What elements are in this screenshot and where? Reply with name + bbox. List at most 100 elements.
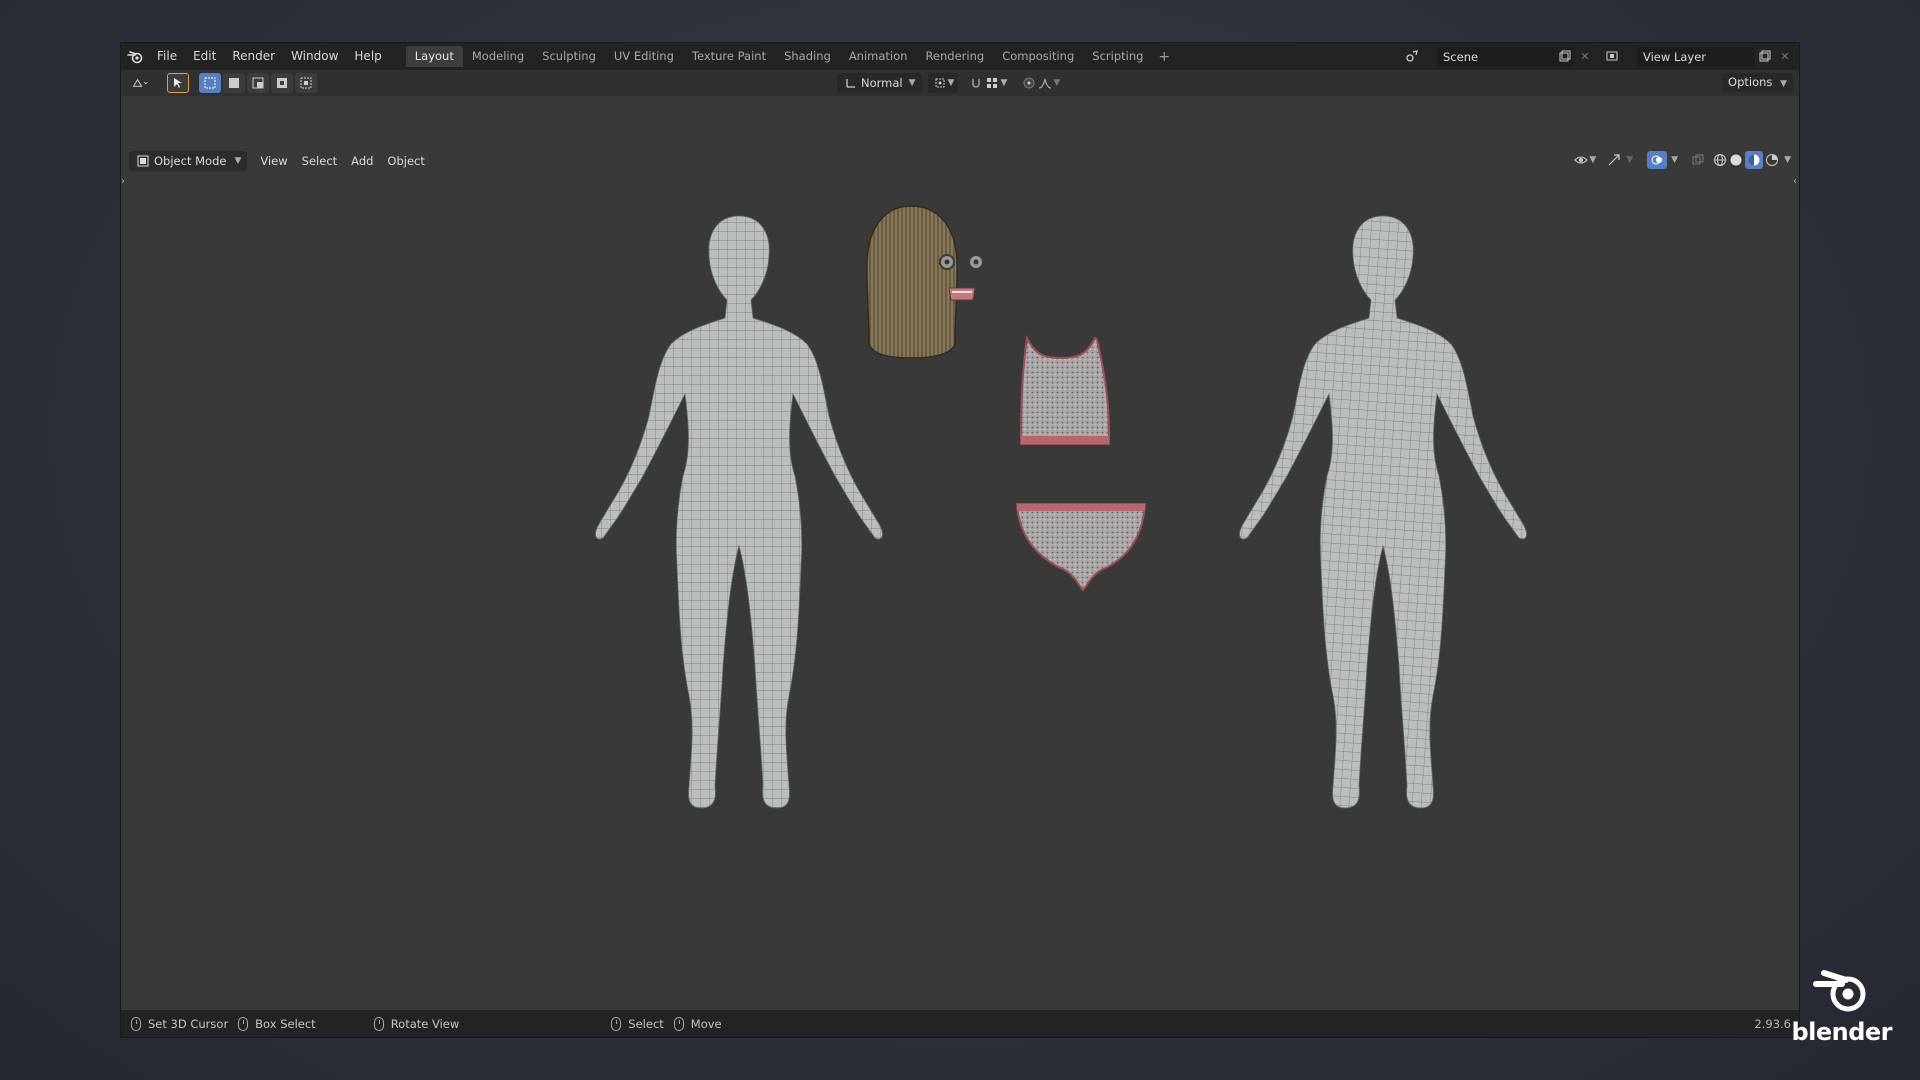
viewport-menu-select[interactable]: Select — [295, 151, 344, 171]
status-rotate-view: Rotate View — [373, 1016, 460, 1031]
scene-selector[interactable]: Scene — [1437, 47, 1575, 66]
chevron-down-icon[interactable]: ▼ — [1784, 155, 1791, 165]
tab-rendering[interactable]: Rendering — [916, 46, 993, 67]
view-layer-name[interactable]: View Layer — [1637, 50, 1706, 64]
tool-settings-bar: Normal ▼ ▼ ▼ ▼ Options ▼ — [121, 70, 1799, 96]
eyes-mesh — [939, 254, 984, 270]
bottom-garment-mesh — [1015, 503, 1147, 592]
menu-window[interactable]: Window — [283, 43, 346, 70]
mouse-left-drag-icon — [673, 1016, 684, 1031]
menu-render[interactable]: Render — [224, 43, 283, 70]
top-garment-mesh — [1020, 334, 1110, 445]
visibility-eye-icon[interactable] — [1573, 152, 1589, 168]
tab-modeling[interactable]: Modeling — [463, 46, 533, 67]
toolbar-expand-icon[interactable]: › — [121, 176, 125, 187]
overlays-icon[interactable] — [1647, 151, 1668, 169]
chevron-down-icon: ▼ — [908, 78, 916, 88]
status-move: Move — [673, 1016, 722, 1031]
gizmo-icon[interactable] — [1606, 152, 1622, 168]
delete-view-layer-icon[interactable]: ✕ — [1777, 48, 1793, 64]
new-view-layer-icon[interactable] — [1757, 48, 1773, 64]
snap-increment-icon — [984, 75, 1000, 91]
chevron-down-icon: ▼ — [1053, 78, 1061, 88]
blender-menu-icon[interactable] — [121, 43, 149, 70]
object-mode-icon — [135, 153, 151, 169]
mouse-middle-icon — [373, 1016, 384, 1031]
chevron-down-icon[interactable]: ▼ — [1589, 155, 1596, 165]
view-layer-browse-icon[interactable] — [1605, 48, 1621, 64]
xray-toggle-icon[interactable] — [1690, 152, 1706, 168]
3d-viewport[interactable]: Object Mode ▼ View Select Add Object ▼ ▼… — [121, 96, 1799, 1012]
status-label: Box Select — [255, 1016, 316, 1031]
hair-mesh — [866, 205, 958, 359]
add-workspace-icon[interactable]: + — [1152, 49, 1176, 65]
rendered-shading-icon[interactable] — [1764, 152, 1780, 168]
proportional-edit-icon — [1021, 75, 1037, 91]
viewport-menu-view[interactable]: View — [253, 151, 294, 171]
snap-magnet-icon — [968, 75, 984, 91]
workspace-tabs: Layout Modeling Sculpting UV Editing Tex… — [405, 43, 1176, 70]
tab-texture-paint[interactable]: Texture Paint — [683, 46, 775, 67]
delete-scene-icon[interactable]: ✕ — [1577, 48, 1593, 64]
mode-label: Object Mode — [154, 154, 227, 168]
menu-edit[interactable]: Edit — [185, 43, 224, 70]
tab-scripting[interactable]: Scripting — [1083, 46, 1152, 67]
tab-compositing[interactable]: Compositing — [993, 46, 1083, 67]
chevron-down-icon: ▼ — [947, 78, 955, 88]
orientation-icon — [843, 75, 859, 91]
chevron-down-icon[interactable]: ▼ — [1626, 155, 1633, 165]
select-tool-icon[interactable] — [167, 73, 189, 93]
chevron-down-icon: ▼ — [234, 156, 242, 166]
viewport-menu-add[interactable]: Add — [344, 151, 380, 171]
tab-layout[interactable]: Layout — [405, 46, 463, 67]
solid-shading-icon[interactable] — [1728, 152, 1744, 168]
pivot-icon — [932, 75, 948, 91]
sidebar-expand-icon[interactable]: ‹ — [1793, 176, 1797, 187]
select-mode-invert-icon[interactable] — [271, 73, 293, 93]
chevron-down-icon: ▼ — [1780, 79, 1787, 89]
chevron-down-icon: ▼ — [1000, 78, 1008, 88]
tab-animation[interactable]: Animation — [840, 46, 917, 67]
orientation-label: Normal — [861, 76, 903, 90]
blender-logo-icon — [1812, 970, 1866, 1012]
status-label: Move — [690, 1016, 722, 1031]
character-body-left — [595, 215, 883, 809]
status-label: Set 3D Cursor — [148, 1016, 229, 1031]
mode-dropdown[interactable]: Object Mode ▼ — [129, 151, 248, 171]
tab-sculpting[interactable]: Sculpting — [533, 46, 605, 67]
wireframe-shading-icon[interactable] — [1712, 152, 1728, 168]
viewport-scene — [595, 205, 1527, 809]
view-layer-selector[interactable]: View Layer — [1637, 47, 1755, 66]
status-label: Select — [628, 1016, 664, 1031]
pivot-point-dropdown[interactable]: ▼ — [927, 73, 959, 93]
select-mode-extend-icon[interactable] — [223, 73, 245, 93]
proportional-edit-dropdown[interactable]: ▼ — [1017, 73, 1065, 93]
version-label: 2.93.6 — [1754, 1016, 1791, 1031]
menu-file[interactable]: File — [149, 43, 185, 70]
viewport-display-controls: ▼ ▼ ▼ ▼ — [1573, 151, 1791, 169]
scene-name[interactable]: Scene — [1437, 50, 1478, 64]
chevron-down-icon[interactable]: ▼ — [1671, 155, 1678, 165]
transform-orientation-dropdown[interactable]: Normal ▼ — [837, 73, 922, 93]
tab-shading[interactable]: Shading — [775, 46, 840, 67]
tab-uv-editing[interactable]: UV Editing — [605, 46, 683, 67]
menu-help[interactable]: Help — [346, 43, 389, 70]
new-scene-icon[interactable] — [1557, 48, 1573, 64]
blender-brand-logo: blender — [1791, 967, 1892, 1046]
status-select: Select — [611, 1016, 664, 1031]
mouth-teeth-mesh — [948, 287, 976, 301]
status-bar: Set 3D Cursor Box Select Rotate View Sel… — [121, 1010, 1799, 1037]
options-dropdown[interactable]: Options ▼ — [1722, 73, 1793, 92]
mouse-left-icon — [611, 1016, 622, 1031]
select-mode-new-icon[interactable] — [199, 73, 221, 93]
scene-browse-icon[interactable] — [1405, 48, 1421, 64]
status-label: Rotate View — [390, 1016, 460, 1031]
editor-type-icon[interactable] — [127, 73, 153, 93]
status-box-select: Box Select — [238, 1016, 316, 1031]
snap-dropdown[interactable]: ▼ — [964, 73, 1012, 93]
select-mode-intersect-icon[interactable] — [295, 73, 317, 93]
viewport-menu-object[interactable]: Object — [380, 151, 431, 171]
select-mode-subtract-icon[interactable] — [247, 73, 269, 93]
blender-window: File Edit Render Window Help Layout Mode… — [120, 42, 1800, 1038]
material-preview-icon[interactable] — [1745, 151, 1764, 169]
